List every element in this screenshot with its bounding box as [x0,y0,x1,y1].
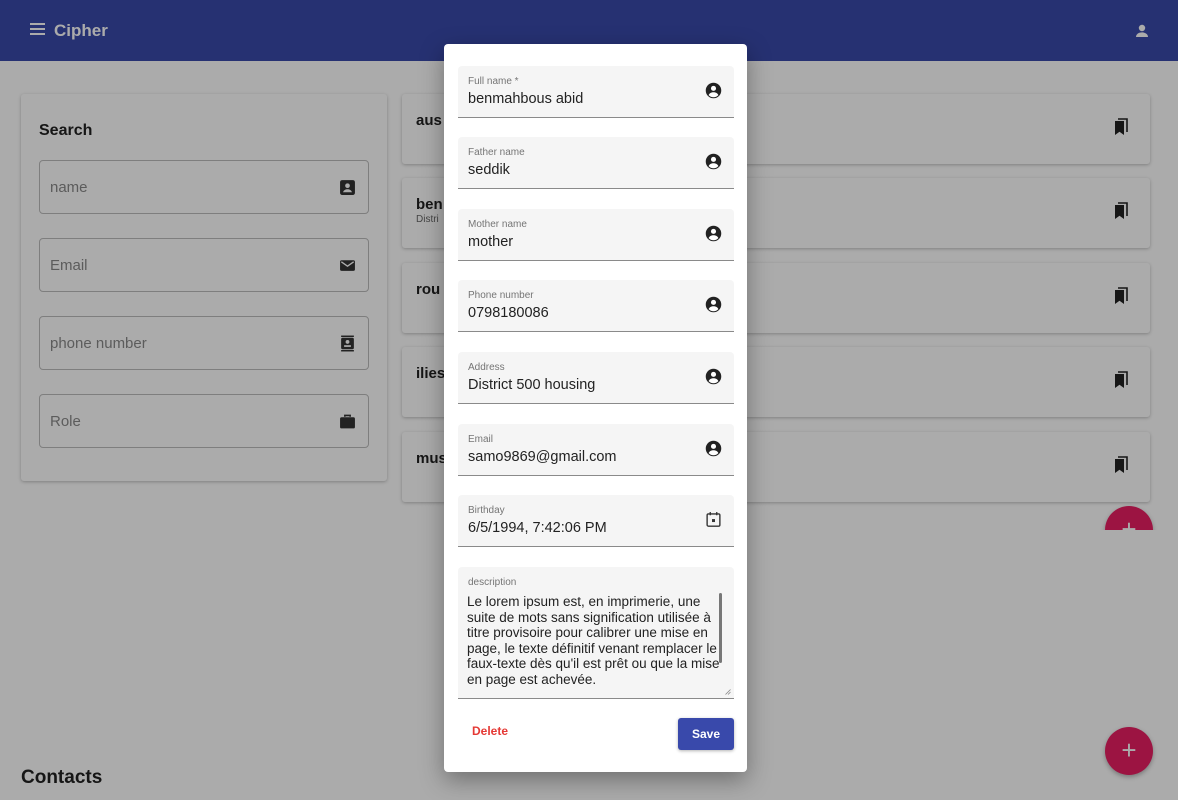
phone-number-value: 0798180086 [468,305,549,321]
account-circle-icon [705,440,722,457]
account-circle-icon [705,368,722,385]
email-value: samo9869@gmail.com [468,449,617,465]
phone-number-label: Phone number [468,290,534,301]
delete-button[interactable]: Delete [462,718,518,744]
father-name-value: seddik [468,162,510,178]
contact-edit-dialog: Full name * benmahbous abid Father name … [444,44,747,772]
birthday-label: Birthday [468,505,505,516]
description-label: description [468,577,517,588]
email-label: Email [468,434,494,445]
resize-handle-icon[interactable] [725,689,731,695]
calendar-icon[interactable] [705,511,722,528]
address-value: District 500 housing [468,377,596,393]
mother-name-value: mother [468,234,514,250]
description-text: Le lorem ipsum est, en imprimerie, une s… [467,594,720,687]
birthday-field[interactable]: Birthday 6/5/1994, 7:42:06 PM [458,495,734,547]
email-field[interactable]: Email samo9869@gmail.com [458,424,734,476]
mother-name-label: Mother name [468,219,527,230]
account-circle-icon [705,225,722,242]
father-name-label: Father name [468,147,525,158]
father-name-field[interactable]: Father name seddik [458,137,734,189]
address-label: Address [468,362,505,373]
description-field[interactable]: description Le lorem ipsum est, en impri… [458,567,734,699]
address-field[interactable]: Address District 500 housing [458,352,734,404]
mother-name-field[interactable]: Mother name mother [458,209,734,261]
save-button[interactable]: Save [678,718,734,750]
birthday-value: 6/5/1994, 7:42:06 PM [468,520,607,536]
phone-number-field[interactable]: Phone number 0798180086 [458,280,734,332]
account-circle-icon [705,82,722,99]
full-name-field[interactable]: Full name * benmahbous abid [458,66,734,118]
description-scrollbar[interactable] [719,593,722,663]
account-circle-icon [705,296,722,313]
account-circle-icon [705,153,722,170]
full-name-value: benmahbous abid [468,91,584,107]
full-name-label: Full name * [468,76,519,87]
